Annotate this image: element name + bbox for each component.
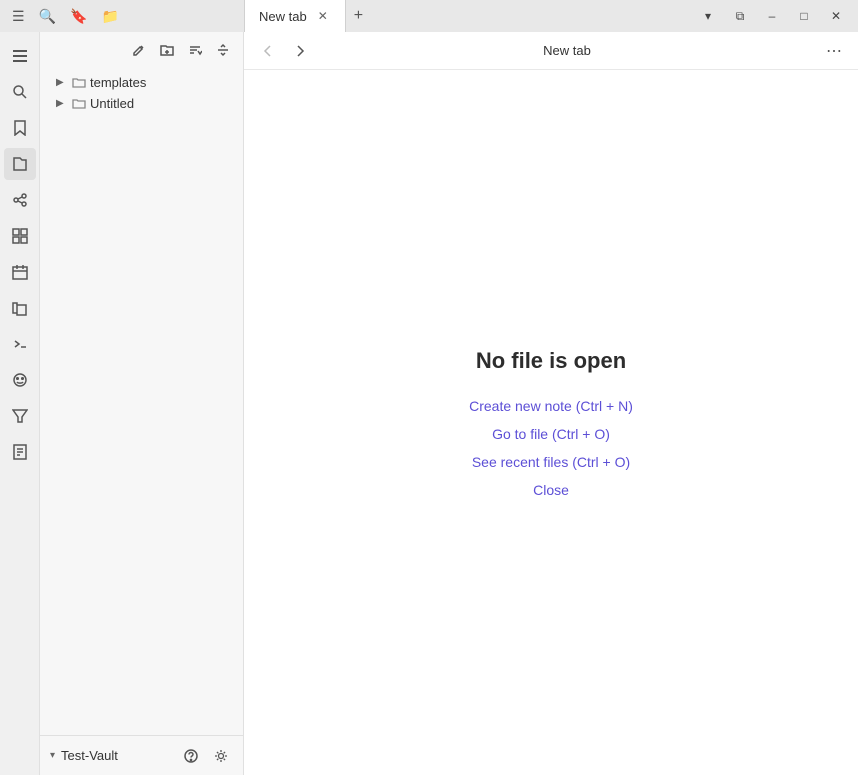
- sidebar: ▶ templates ▶ Untitled ▾ Test-Vault: [40, 32, 244, 775]
- activity-calendar-icon[interactable]: [4, 256, 36, 288]
- close-button[interactable]: ✕: [822, 6, 850, 26]
- search-title-icon[interactable]: 🔍: [35, 4, 60, 29]
- tree-label-templates: templates: [90, 75, 146, 90]
- back-button[interactable]: [256, 39, 280, 63]
- activity-notes-icon[interactable]: [4, 436, 36, 468]
- title-bar: ☰ 🔍 🔖 📁 New tab ✕ + ▾ ⧉ – □ ✕: [0, 0, 858, 32]
- app-body: ▶ templates ▶ Untitled ▾ Test-Vault: [0, 32, 858, 775]
- title-bar-left: ☰ 🔍 🔖 📁: [0, 4, 244, 29]
- settings-button[interactable]: [209, 744, 233, 768]
- new-tab-button[interactable]: +: [346, 3, 371, 29]
- split-button[interactable]: ⧉: [726, 6, 754, 26]
- activity-dashboard-icon[interactable]: [4, 220, 36, 252]
- help-button[interactable]: [179, 744, 203, 768]
- activity-emoji-icon[interactable]: [4, 364, 36, 396]
- sort-button[interactable]: [183, 38, 207, 62]
- folder-icon-templates: [72, 76, 86, 90]
- tree-chevron-untitled: ▶: [56, 98, 68, 109]
- activity-search-icon[interactable]: [4, 76, 36, 108]
- new-note-button[interactable]: [127, 38, 151, 62]
- activity-bar: [0, 32, 40, 775]
- tree-chevron-templates: ▶: [56, 77, 68, 88]
- activity-graph-icon[interactable]: [4, 184, 36, 216]
- folder-title-icon[interactable]: 📁: [97, 4, 122, 29]
- go-to-file-link[interactable]: Go to file (Ctrl + O): [492, 426, 610, 442]
- tab-label: New tab: [259, 9, 307, 24]
- maximize-button[interactable]: □: [790, 6, 818, 26]
- editor-nav-title: New tab: [320, 43, 814, 58]
- minimize-button[interactable]: –: [758, 6, 786, 26]
- tree-label-untitled: Untitled: [90, 96, 134, 111]
- activity-bookmark-icon[interactable]: [4, 112, 36, 144]
- sidebar-toolbar: [40, 32, 243, 68]
- bookmark-title-icon[interactable]: 🔖: [66, 4, 91, 29]
- tree-item-templates[interactable]: ▶ templates: [40, 72, 243, 93]
- activity-sidebar-icon[interactable]: [4, 40, 36, 72]
- see-recent-files-link[interactable]: See recent files (Ctrl + O): [472, 454, 630, 470]
- vault-chevron-icon: ▾: [50, 750, 55, 761]
- editor-nav: New tab ⋯: [244, 32, 858, 70]
- new-folder-button[interactable]: [155, 38, 179, 62]
- tab-close-button[interactable]: ✕: [315, 7, 331, 25]
- sidebar-content: ▶ templates ▶ Untitled: [40, 68, 243, 735]
- sidebar-footer: ▾ Test-Vault: [40, 735, 243, 775]
- dropdown-button[interactable]: ▾: [694, 6, 722, 26]
- collapse-all-button[interactable]: [211, 38, 235, 62]
- editor-area: New tab ⋯ No file is open Create new not…: [244, 32, 858, 775]
- close-link[interactable]: Close: [533, 482, 569, 498]
- active-tab[interactable]: New tab ✕: [244, 0, 346, 32]
- title-bar-controls: ▾ ⧉ – □ ✕: [686, 6, 858, 26]
- forward-button[interactable]: [288, 39, 312, 63]
- empty-state-title: No file is open: [476, 348, 626, 374]
- vault-name-label: Test-Vault: [61, 748, 173, 763]
- activity-copy-icon[interactable]: [4, 292, 36, 324]
- create-new-note-link[interactable]: Create new note (Ctrl + N): [469, 398, 633, 414]
- more-options-button[interactable]: ⋯: [822, 39, 846, 63]
- sidebar-toggle-icon[interactable]: ☰: [8, 4, 29, 29]
- activity-files-icon[interactable]: [4, 148, 36, 180]
- editor-content: No file is open Create new note (Ctrl + …: [244, 70, 858, 775]
- activity-terminal-icon[interactable]: [4, 328, 36, 360]
- tree-item-untitled[interactable]: ▶ Untitled: [40, 93, 243, 114]
- activity-filter-icon[interactable]: [4, 400, 36, 432]
- tabs-area: New tab ✕ +: [244, 0, 686, 32]
- folder-icon-untitled: [72, 97, 86, 111]
